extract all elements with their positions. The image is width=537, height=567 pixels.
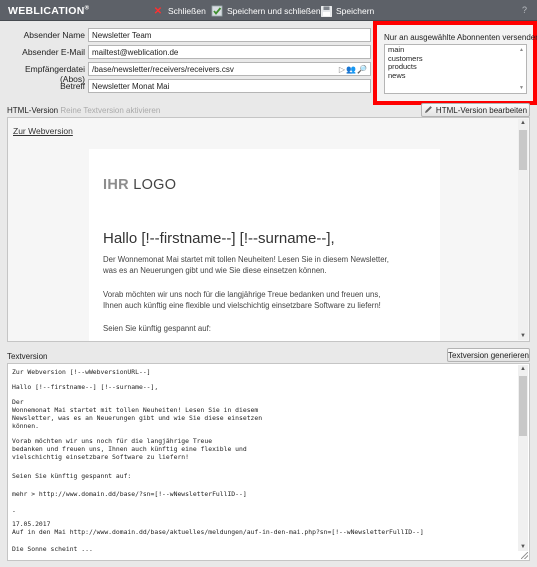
- text-version-textarea[interactable]: Zur Webversion [!--wWebversionURL--] Hal…: [7, 363, 530, 561]
- intro-line-1: Der Wonnemonat Mai startet mit tollen Ne…: [103, 255, 389, 264]
- close-button[interactable]: ✕ Schließen: [152, 4, 206, 18]
- save-close-icon: [211, 5, 223, 17]
- sender-email-label: Absender E-Mail: [22, 47, 85, 57]
- greeting-heading: Hallo [!--firstname--] [!--surname--],: [103, 230, 335, 247]
- save-button[interactable]: Speichern: [320, 4, 374, 18]
- generate-text-button[interactable]: Textversion generieren: [447, 348, 530, 362]
- scroll-thumb[interactable]: [519, 130, 527, 170]
- scroll-up-icon[interactable]: ▲: [520, 120, 526, 126]
- subscriber-scrollbar[interactable]: ▲ ▼: [518, 46, 525, 92]
- outlook-text: Seien Sie künftig gespannt auf:: [103, 324, 211, 333]
- thanks-line-2: Ihnen auch künftig eine flexible und vie…: [103, 301, 381, 310]
- scroll-up-icon[interactable]: ▲: [520, 366, 526, 372]
- pencil-icon: [424, 105, 433, 116]
- top-toolbar: WEBLICATION® ✕ Schließen Speichern und s…: [0, 0, 537, 21]
- app-brand: WEBLICATION®: [8, 5, 90, 17]
- subscriber-select-label: Nur an ausgewählte Abonnenten versenden: [384, 33, 537, 42]
- text-line: Newsletter, was es an Neuerungen gibt un…: [12, 414, 263, 422]
- text-line: Auf in den Mai http://www.domain.dd/base…: [12, 528, 424, 536]
- resize-grip-icon[interactable]: [521, 552, 528, 559]
- intro-line-2: was es an Neuerungen gibt und wie Sie di…: [103, 266, 327, 275]
- sender-name-input[interactable]: Newsletter Team: [88, 28, 371, 42]
- scroll-down-icon[interactable]: ▼: [519, 84, 524, 93]
- subscriber-multiselect[interactable]: main customers products news ▲ ▼: [384, 44, 527, 94]
- text-only-toggle[interactable]: Reine Textversion aktivieren: [60, 106, 160, 115]
- subscriber-option[interactable]: news: [388, 71, 523, 81]
- help-button[interactable]: ?: [522, 5, 527, 15]
- edit-html-button[interactable]: HTML-Version bearbeiten: [421, 103, 530, 117]
- html-preview: Zur Webversion IHR LOGO Hallo [!--firstn…: [7, 117, 530, 342]
- text-line: bedanken und freuen uns, Ihnen auch künf…: [12, 445, 247, 453]
- thanks-line-1: Vorab möchten wir uns noch für die langj…: [103, 290, 381, 299]
- save-and-close-button[interactable]: Speichern und schließen: [211, 4, 321, 18]
- logo-placeholder: IHR LOGO: [103, 177, 177, 193]
- text-line: können.: [12, 422, 39, 430]
- text-version-scrollbar[interactable]: ▲ ▼: [518, 365, 528, 551]
- text-line: mehr > http://www.domain.dd/base/?sn=[!-…: [12, 490, 247, 498]
- sender-email-input[interactable]: mailtest@weblication.de: [88, 45, 371, 59]
- close-icon: ✕: [153, 5, 163, 17]
- scroll-thumb[interactable]: [519, 376, 527, 436]
- html-preview-scrollbar[interactable]: ▲ ▼: [518, 119, 528, 340]
- text-line: Hallo [!--firstname--] [!--surname--],: [12, 383, 159, 391]
- text-line: -: [12, 507, 16, 515]
- text-line: vielschichtig einsetzbare Software zu li…: [12, 453, 189, 461]
- text-line: Der: [12, 398, 24, 406]
- text-line: Wonnemonat Mai startet mit tollen Neuhei…: [12, 406, 259, 414]
- floppy-icon: [320, 5, 332, 17]
- scroll-down-icon[interactable]: ▼: [520, 333, 526, 339]
- text-line: Seien Sie künftig gespannt auf:: [12, 472, 132, 480]
- subject-input[interactable]: Newsletter Monat Mai: [88, 79, 371, 93]
- text-line: Die Sonne scheint ...: [12, 545, 93, 553]
- html-version-label: HTML-Version Reine Textversion aktiviere…: [7, 106, 161, 115]
- text-line: Vorab möchten wir uns noch für die langj…: [12, 437, 213, 445]
- text-version-label: Textversion: [7, 352, 48, 361]
- subject-label: Betreff: [60, 81, 85, 91]
- scroll-up-icon[interactable]: ▲: [519, 46, 524, 55]
- text-line: 17.05.2017: [12, 520, 51, 528]
- scroll-down-icon[interactable]: ▼: [520, 544, 526, 550]
- subscriber-option[interactable]: products: [388, 62, 523, 72]
- file-browse-icons[interactable]: ▷👥🔎: [339, 65, 368, 74]
- recipients-file-input[interactable]: /base/newsletter/receivers/receivers.csv…: [88, 62, 371, 76]
- text-line: Zur Webversion [!--wWebversionURL--]: [12, 368, 151, 376]
- newsletter-card: IHR LOGO Hallo [!--firstname--] [!--surn…: [89, 149, 440, 341]
- webversion-link[interactable]: Zur Webversion: [13, 126, 73, 136]
- sender-name-label: Absender Name: [23, 30, 85, 40]
